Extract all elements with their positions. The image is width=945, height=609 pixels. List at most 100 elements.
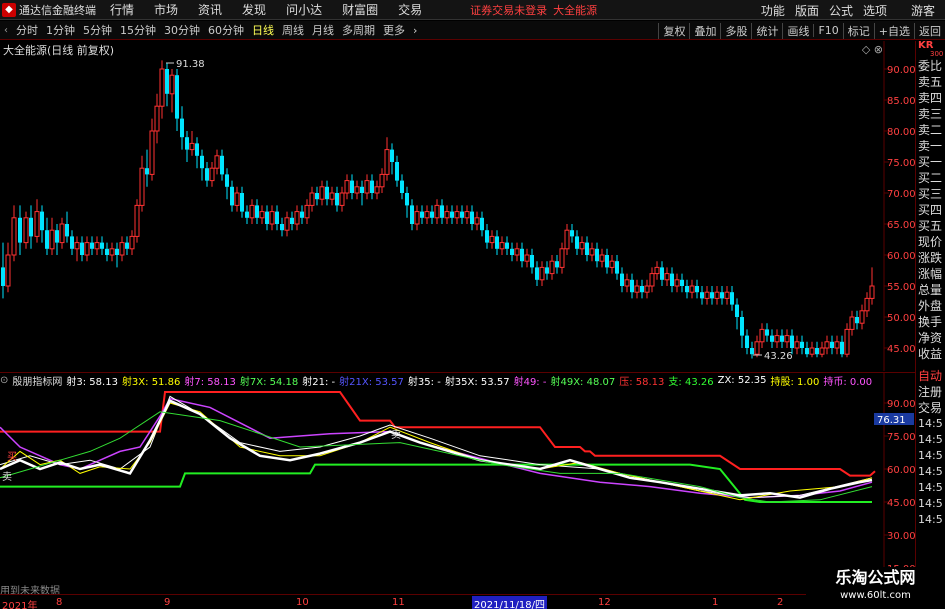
candle-body bbox=[759, 328, 765, 343]
menu-options[interactable]: 选项 bbox=[863, 2, 887, 19]
app-name: 通达信金融终端 bbox=[19, 3, 96, 17]
candle-body bbox=[450, 211, 454, 218]
menu-news[interactable]: 资讯 bbox=[198, 1, 222, 18]
menu-quotes[interactable]: 行情 bbox=[110, 1, 134, 18]
candle-body bbox=[280, 224, 284, 231]
candle-body bbox=[664, 273, 670, 281]
tool-draw[interactable]: 画线 bbox=[782, 22, 813, 39]
candle-body bbox=[780, 335, 784, 342]
period-60min[interactable]: 60分钟 bbox=[204, 22, 248, 38]
period-monthly[interactable]: 月线 bbox=[308, 22, 338, 38]
candle-body bbox=[1, 267, 5, 286]
ind-y-tick-label: 90.00 bbox=[887, 399, 915, 410]
candle-body bbox=[400, 180, 404, 193]
tick-time-4: 14:5 bbox=[918, 481, 943, 494]
tool-adjust[interactable]: 复权 bbox=[658, 22, 689, 39]
tool-multi-stock[interactable]: 多股 bbox=[720, 22, 751, 39]
menu-market[interactable]: 市场 bbox=[154, 1, 178, 18]
candle-body bbox=[209, 167, 215, 182]
candle-body bbox=[740, 317, 744, 336]
trade-button[interactable]: 交易 bbox=[916, 400, 945, 416]
tool-back[interactable]: 返回 bbox=[914, 22, 945, 39]
indicator-legend: ⊙ 殷朋指标网 射3: 58.13 射3X: 51.86 射7: 58.13 射7X:… bbox=[0, 372, 880, 388]
candle-body bbox=[430, 211, 434, 218]
tool-f10[interactable]: F10 bbox=[813, 24, 842, 37]
candle-body bbox=[765, 329, 769, 336]
candle-body bbox=[304, 204, 310, 219]
candlestick-panel[interactable]: 90.00 85.00 80.00 75.00 70.00 65.00 60.00 55.00… bbox=[0, 41, 916, 371]
indicator-name[interactable]: 殷朋指标网 bbox=[12, 373, 62, 388]
chart-settings-icon[interactable]: ◇ ⊗ bbox=[862, 43, 883, 56]
candle-body bbox=[695, 286, 699, 293]
tool-stats[interactable]: 统计 bbox=[751, 22, 782, 39]
time-label-sep: 9 bbox=[164, 597, 171, 608]
candle-body bbox=[559, 248, 565, 268]
candlestick-chart[interactable]: 90.00 85.00 80.00 75.00 70.00 65.00 60.00 55.00… bbox=[0, 41, 916, 371]
candle-body bbox=[754, 341, 760, 355]
candle-body bbox=[514, 248, 520, 256]
period-weekly[interactable]: 周线 bbox=[278, 22, 308, 38]
candle-body bbox=[45, 230, 49, 249]
y-tick-label: 55.00 bbox=[887, 282, 915, 293]
candle-body bbox=[29, 217, 33, 237]
tool-overlay[interactable]: 叠加 bbox=[689, 22, 720, 39]
menu-formula[interactable]: 公式 bbox=[829, 2, 853, 19]
period-30min[interactable]: 30分钟 bbox=[160, 22, 204, 38]
candle-body bbox=[11, 217, 17, 256]
period-1min[interactable]: 1分钟 bbox=[42, 22, 79, 38]
menu-function[interactable]: 功能 bbox=[761, 2, 785, 19]
tool-mark[interactable]: 标记 bbox=[842, 22, 874, 39]
time-label-dec: 12 bbox=[598, 597, 611, 608]
candle-body bbox=[139, 167, 145, 206]
y-tick-label: 90.00 bbox=[887, 65, 915, 76]
candle-body bbox=[474, 217, 480, 225]
y-tick-label: 80.00 bbox=[887, 127, 915, 138]
login-notice[interactable]: 证券交易未登录 bbox=[470, 2, 547, 18]
candle-body bbox=[444, 211, 450, 219]
menu-trade[interactable]: 交易 bbox=[398, 1, 422, 18]
candle-body bbox=[689, 285, 695, 293]
candle-body bbox=[840, 341, 844, 355]
candle-body bbox=[570, 230, 574, 237]
period-intraday[interactable]: 分时 bbox=[12, 22, 42, 38]
candle-body bbox=[119, 242, 125, 256]
candle-body bbox=[654, 266, 660, 275]
register-button[interactable]: 注册 bbox=[916, 384, 945, 400]
tick-time-1: 14:5 bbox=[918, 433, 943, 446]
candle-body bbox=[269, 211, 275, 225]
period-5min[interactable]: 5分钟 bbox=[79, 22, 116, 38]
candle-body bbox=[424, 211, 430, 219]
candle-body bbox=[855, 317, 859, 324]
tool-add-watchlist[interactable]: +自选 bbox=[873, 22, 914, 39]
menu-wealth[interactable]: 财富圈 bbox=[342, 1, 378, 18]
chevron-right-icon[interactable]: › bbox=[409, 24, 421, 37]
candle-body bbox=[849, 316, 855, 330]
watermark: 乐淘公式网 www.60lt.com bbox=[806, 567, 945, 609]
candle-body bbox=[309, 192, 315, 206]
y-tick-label: 75.00 bbox=[887, 158, 915, 169]
period-more[interactable]: 更多 bbox=[379, 22, 409, 38]
auto-button[interactable]: 自动 bbox=[916, 368, 945, 384]
candle-body bbox=[315, 193, 319, 200]
candle-body bbox=[129, 235, 135, 250]
candle-body bbox=[225, 174, 229, 187]
period-15min[interactable]: 15分钟 bbox=[116, 22, 160, 38]
indicator-settings-icon[interactable]: ⊙ bbox=[0, 375, 8, 386]
candle-body bbox=[100, 242, 104, 249]
tick-time-3: 14:5 bbox=[918, 465, 943, 478]
menu-discover[interactable]: 发现 bbox=[242, 1, 266, 18]
indicator-chart[interactable]: 90.0075.0060.0045.0030.0015.00 卖 卖 买 76.… bbox=[0, 372, 916, 594]
time-axis[interactable]: 2021年 8 9 10 11 2021/11/18/四 12 1 2 3 bbox=[0, 594, 945, 609]
period-multi[interactable]: 多周期 bbox=[338, 22, 379, 38]
candle-body bbox=[195, 143, 199, 156]
candle-body bbox=[585, 242, 589, 255]
menu-layout[interactable]: 版面 bbox=[795, 2, 819, 19]
candle-body bbox=[530, 255, 534, 268]
period-daily[interactable]: 日线 bbox=[248, 22, 278, 38]
time-label-aug: 8 bbox=[56, 597, 63, 608]
menu-ask[interactable]: 问小达 bbox=[286, 1, 322, 18]
candle-body bbox=[185, 137, 189, 150]
collapse-icon[interactable]: ‹ bbox=[0, 25, 12, 36]
guest-login[interactable]: 游客 bbox=[911, 2, 935, 19]
indicator-panel[interactable]: 90.0075.0060.0045.0030.0015.00 卖 卖 买 76.… bbox=[0, 372, 916, 597]
